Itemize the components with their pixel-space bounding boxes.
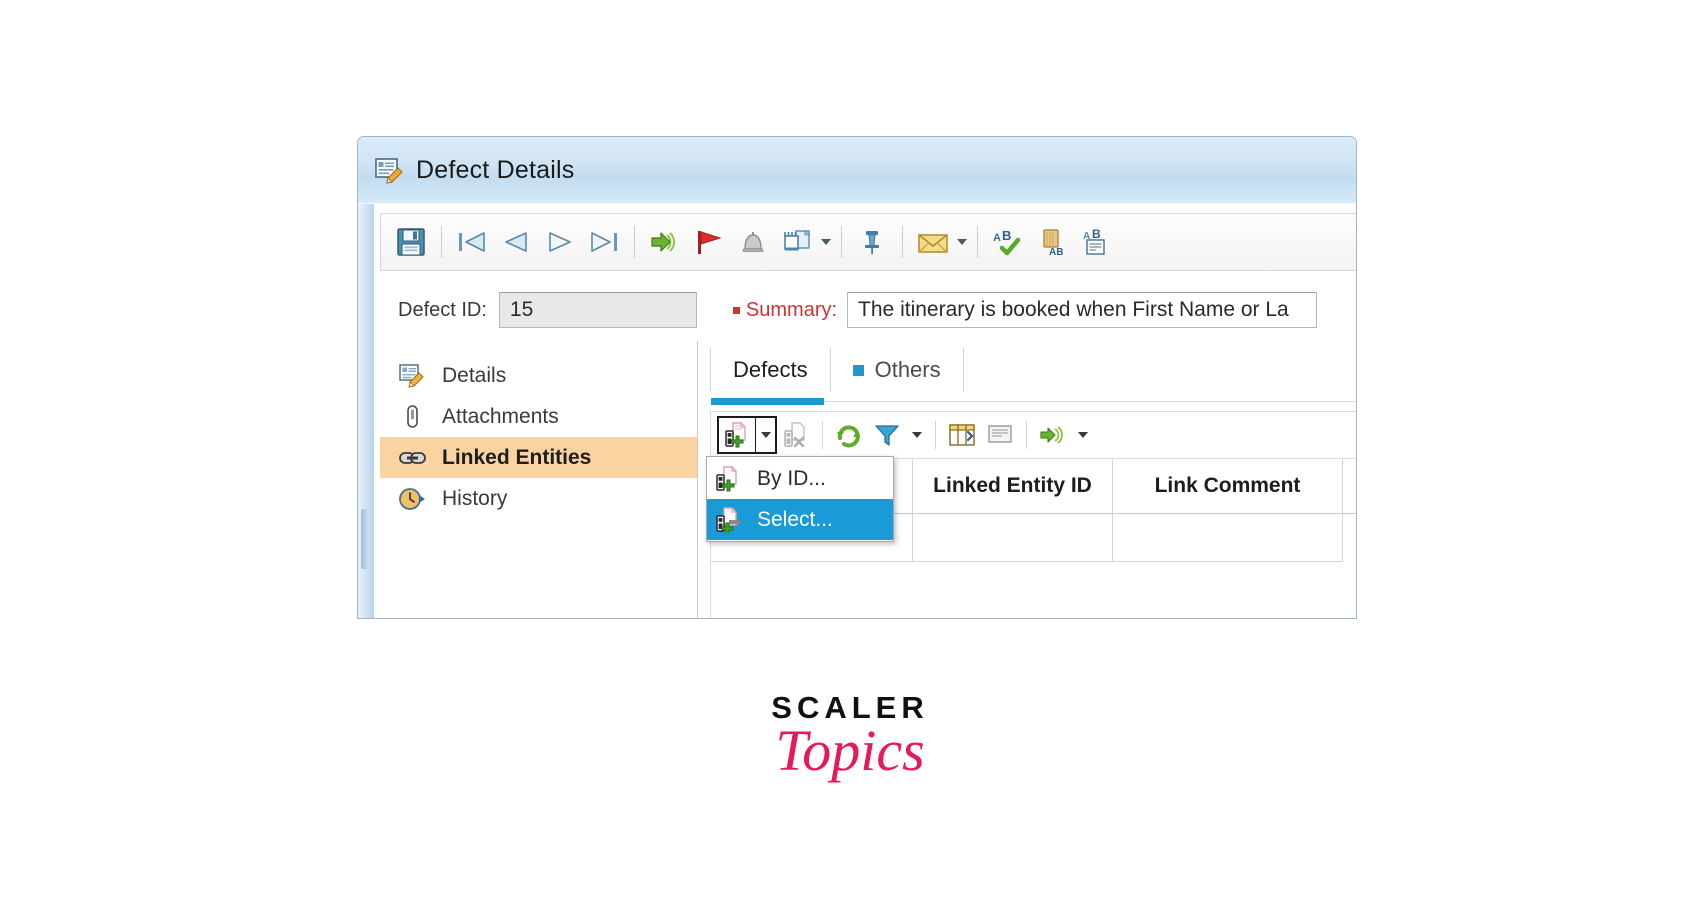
tabstrip-baseline [824, 401, 1356, 402]
menu-item-by-id[interactable]: By ID... [707, 458, 893, 499]
window-resize-grip[interactable] [361, 509, 369, 569]
paperclip-icon [398, 404, 428, 430]
grid-header-link-comment[interactable]: Link Comment [1113, 459, 1343, 513]
mail-dropdown-arrow[interactable] [955, 220, 969, 264]
sidebar-item-label: History [442, 486, 508, 510]
toolbar-separator [634, 226, 635, 258]
menu-item-select[interactable]: Select... [707, 499, 893, 540]
link-entity-button[interactable] [717, 416, 755, 454]
grid-cell[interactable] [1113, 514, 1343, 562]
svg-text:B: B [1092, 227, 1101, 241]
scaler-topics-logo: SCALER Topics [0, 690, 1700, 780]
thesaurus-button[interactable]: AB [1030, 220, 1074, 264]
main-toolbar: A B AB A B [380, 213, 1356, 271]
sidebar-item-label: Linked Entities [442, 445, 592, 469]
link-by-id-icon [715, 465, 743, 492]
toolbar-separator [1026, 421, 1027, 449]
next-button[interactable] [538, 220, 582, 264]
svg-text:B: B [1002, 228, 1011, 243]
link-select-icon [715, 506, 743, 533]
previous-button[interactable] [494, 220, 538, 264]
summary-label-text: Summary: [745, 298, 838, 321]
defect-details-icon [374, 156, 404, 186]
toolbar-separator [902, 226, 903, 258]
window-body: Details Attachments Linked Entities Hist… [380, 341, 1356, 618]
sidebar-item-linked-entities[interactable]: Linked Entities [380, 437, 697, 478]
sidebar-item-attachments[interactable]: Attachments [380, 396, 697, 437]
attach-dropdown-arrow[interactable] [819, 220, 833, 264]
brand-product: Topics [775, 718, 925, 783]
tab-marker-icon [852, 364, 864, 376]
toolbar-separator [977, 226, 978, 258]
sidebar-item-details[interactable]: Details [380, 355, 697, 396]
chain-link-icon [398, 445, 428, 471]
save-button[interactable] [389, 220, 433, 264]
menu-item-label: By ID... [757, 466, 826, 490]
defect-id-field[interactable]: 15 [498, 292, 697, 328]
details-icon [398, 363, 428, 389]
summary-label: Summary: [732, 298, 838, 322]
link-entity-dropdown-arrow[interactable] [755, 416, 777, 454]
spellcheck-button[interactable]: A B [986, 220, 1030, 264]
tab-label: Others [874, 357, 941, 382]
menu-item-label: Select... [757, 507, 833, 531]
history-clock-icon [398, 486, 428, 512]
defect-field-row: Defect ID: 15 Summary: The itinerary is … [380, 279, 1356, 341]
window-left-strip [358, 204, 374, 618]
active-tab-underline [711, 398, 824, 405]
mail-button[interactable] [911, 220, 955, 264]
grid-header-linked-entity-id[interactable]: Linked Entity ID [913, 459, 1113, 513]
remove-link-button[interactable] [777, 416, 815, 454]
tab-defects[interactable]: Defects [711, 348, 830, 392]
first-button[interactable] [450, 220, 494, 264]
link-entity-dropdown-menu: By ID... Select... [706, 456, 894, 542]
grid-cell[interactable] [913, 514, 1113, 562]
tab-label: Defects [733, 357, 808, 382]
summary-field[interactable]: The itinerary is booked when First Name … [847, 292, 1318, 328]
svg-text:AB: AB [1049, 247, 1063, 257]
screenshot-root: Defect Details A B AB A B Defect ID: 15 … [0, 0, 1700, 915]
tab-others[interactable]: Others [831, 348, 963, 392]
filter-button[interactable] [868, 416, 906, 454]
pin-button[interactable] [850, 220, 894, 264]
columns-button[interactable] [943, 416, 981, 454]
alert-button[interactable] [731, 220, 775, 264]
sidebar-item-history[interactable]: History [380, 478, 697, 519]
toolbar-separator [935, 421, 936, 449]
toolbar-separator [441, 226, 442, 258]
go-to-dropdown-arrow[interactable] [1072, 416, 1094, 454]
svg-text:A: A [993, 232, 1001, 244]
window-title: Defect Details [416, 156, 575, 184]
toolbar-separator [841, 226, 842, 258]
go-to-button[interactable] [1034, 416, 1072, 454]
toolbar-separator [822, 421, 823, 449]
filter-dropdown-arrow[interactable] [906, 416, 928, 454]
linked-entities-toolbar [710, 411, 1356, 459]
defect-details-window: Defect Details A B AB A B Defect ID: 15 … [357, 136, 1357, 619]
attach-button[interactable] [775, 220, 819, 264]
last-button[interactable] [582, 220, 626, 264]
flag-button[interactable] [687, 220, 731, 264]
window-titlebar: Defect Details [358, 137, 1356, 204]
entity-tabstrip: Defects Others [698, 341, 1356, 399]
refresh-button[interactable] [830, 416, 868, 454]
sidebar-item-label: Details [442, 363, 507, 387]
required-marker-icon [732, 306, 740, 314]
spelling-options-button[interactable]: A B [1074, 220, 1118, 264]
tab-divider [962, 348, 964, 392]
module-sidebar: Details Attachments Linked Entities Hist… [380, 341, 698, 618]
sidebar-item-label: Attachments [442, 404, 559, 428]
defect-id-label: Defect ID: [398, 298, 487, 321]
send-button[interactable] [643, 220, 687, 264]
linked-entities-pane: Defects Others Linked Entity ID Link Com… [698, 341, 1356, 618]
comment-button[interactable] [981, 416, 1019, 454]
